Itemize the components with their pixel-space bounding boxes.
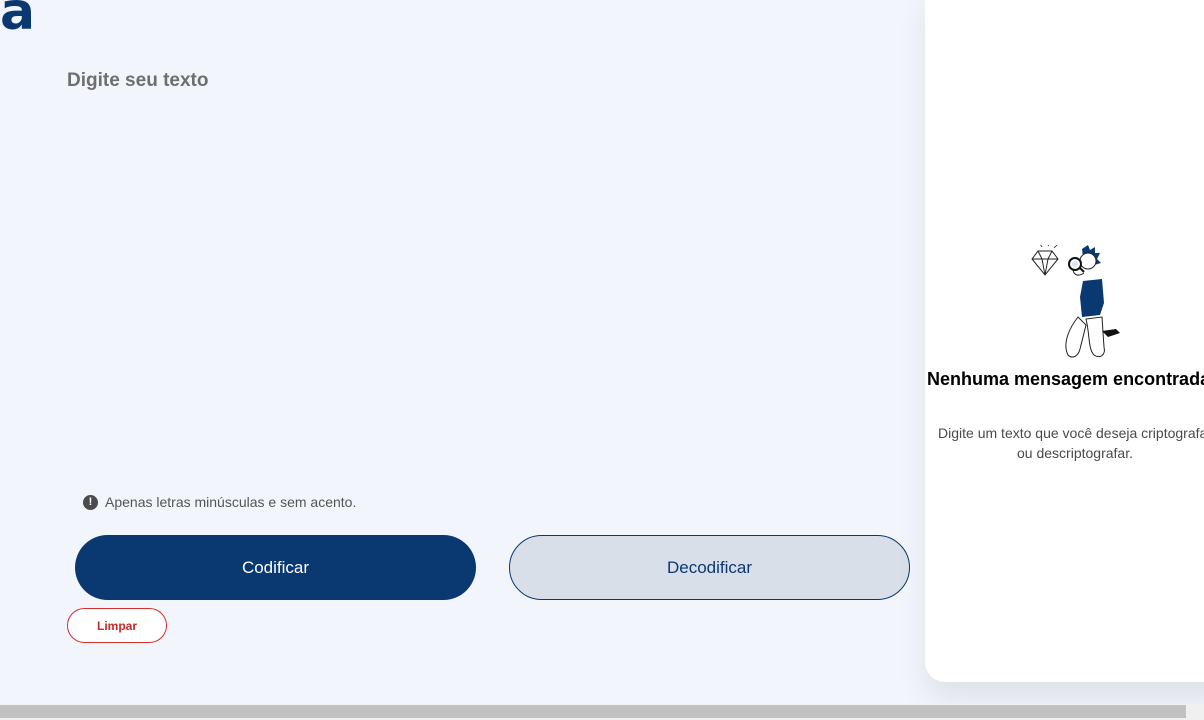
person-with-magnifier-and-diamond-illustration	[1031, 245, 1120, 358]
output-panel: Nenhuma mensagem encontrada Digite um te…	[925, 0, 1204, 682]
scrollbar-thumb[interactable]	[0, 705, 1186, 718]
horizontal-scrollbar[interactable]	[0, 704, 1204, 720]
exclamation-circle-icon: !	[83, 494, 98, 510]
input-hint: ! Apenas letras minúsculas e sem acento.	[83, 494, 356, 510]
output-description: Digite um texto que você deseja criptogr…	[938, 425, 1204, 461]
brand-logo: a	[0, 0, 36, 42]
message-input[interactable]	[67, 68, 907, 472]
clear-button[interactable]: Limpar	[67, 608, 167, 643]
encrypt-button[interactable]: Codificar	[75, 535, 476, 600]
hint-text: Apenas letras minúsculas e sem acento.	[105, 494, 357, 510]
decrypt-button[interactable]: Decodificar	[509, 535, 910, 600]
output-title: Nenhuma mensagem encontrada	[927, 369, 1204, 389]
